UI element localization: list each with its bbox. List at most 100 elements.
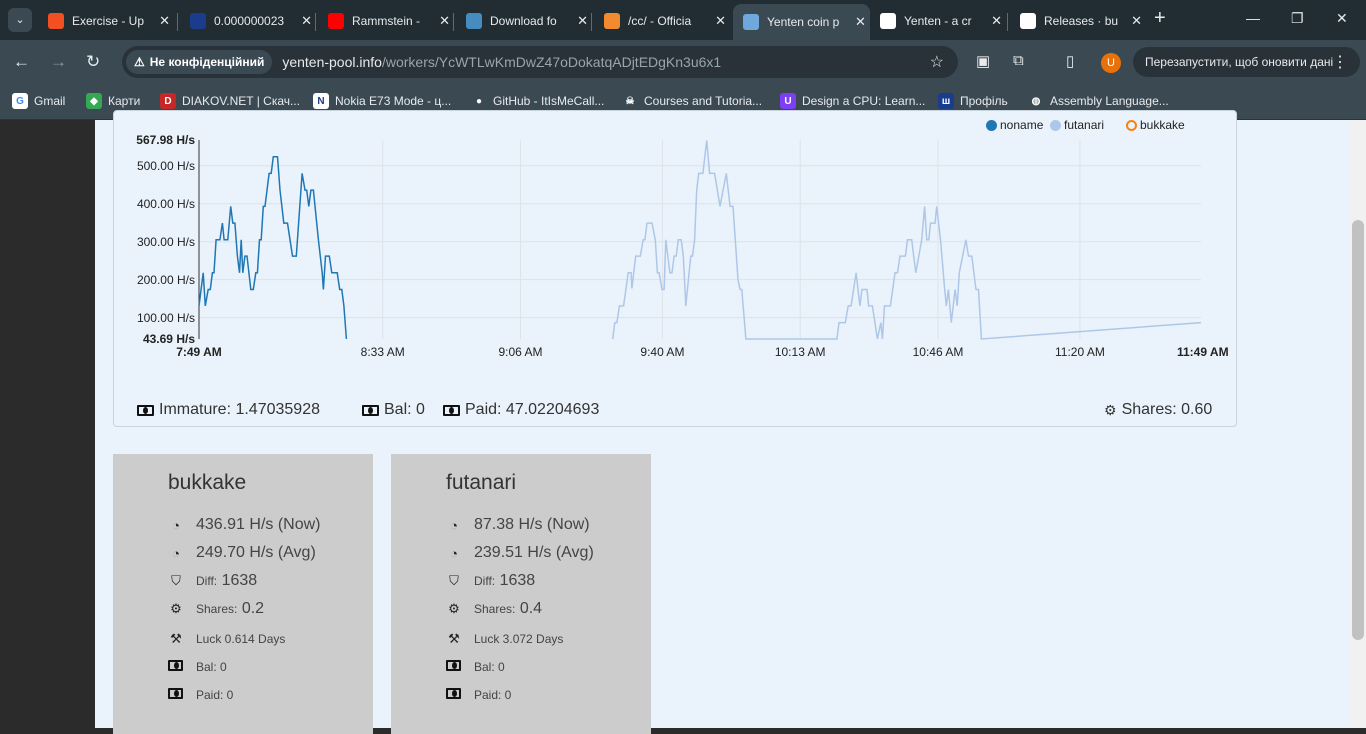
bookmark-item[interactable]: ● GitHub - ItIsMeCall... [471,93,604,109]
not-secure-chip[interactable]: ⚠ Не конфіденційний [126,50,273,74]
y-tick-label: 400.00 H/s [136,196,195,211]
shares: ⚙ Shares: 0.4 [446,600,542,618]
balance-value: Bal: 0 [474,659,505,674]
y-tick-label: 567.98 H/s [136,133,195,147]
tab-separator [177,13,178,31]
legend-item[interactable]: futanari [1050,118,1104,132]
shares: ⚙ Shares: 0.2 [168,600,264,618]
bookmark-item[interactable]: ш Профіль [938,93,1008,109]
legend-item[interactable]: bukkake [1126,118,1185,132]
paid-stat: Paid: 47.02204693 [443,401,599,419]
tab-separator [453,13,454,31]
gear-icon: ⚙ [170,601,182,616]
minimize-button[interactable]: — [1246,10,1260,26]
restart-update-button[interactable]: Перезапустити, щоб оновити дані ⋮ [1133,47,1360,77]
x-tick-label: 9:06 AM [498,345,543,359]
yenten-icon [743,14,759,30]
back-button[interactable]: ← [13,52,30,72]
x-tick-label: 10:46 AM [912,345,964,359]
avatar[interactable]: U [1101,53,1121,73]
dashboard-icon: ◔ [172,517,180,533]
extensions-puzzle-icon[interactable]: ⧉ [1013,52,1024,69]
github-icon [1020,13,1036,29]
bookmark-item[interactable]: ◆ Карти [86,93,140,109]
shares-value: 0.2 [241,600,265,617]
balance-stat: Bal: 0 [362,401,425,419]
tab[interactable]: Download fo ✕ [456,8,588,34]
tab[interactable]: Yenten coin p ✕ [733,4,870,40]
legend-label: noname [1000,118,1044,132]
money-icon [443,404,460,416]
menu-kebab-icon[interactable]: ⋮ [1332,52,1348,72]
bookmark-item[interactable]: ◍ Assembly Language... [1028,93,1169,109]
close-tab-icon[interactable]: ✕ [855,14,866,30]
close-tab-icon[interactable]: ✕ [1131,13,1142,29]
money-icon [446,687,462,702]
x-tick-label: 10:13 AM [774,345,826,359]
tab[interactable]: Rammstein - ✕ [318,8,450,34]
close-tab-icon[interactable]: ✕ [991,13,1002,29]
tab[interactable]: /cc/ - Officia ✕ [594,8,726,34]
money-icon [362,404,379,416]
forward-button[interactable]: → [50,52,67,72]
reload-button[interactable]: ↻ [86,52,100,72]
tab-separator [315,13,316,31]
bookmark-item[interactable]: U Design a CPU: Learn... [780,93,925,109]
url-text[interactable]: yenten-pool.info/workers/YcWTLwKmDwZ47oD… [282,54,721,70]
difficulty: ⛉ Diff: 1638 [446,572,535,590]
close-window-button[interactable]: ✕ [1336,10,1348,27]
github-icon: ● [471,93,487,109]
scrollbar-thumb[interactable] [1352,220,1364,640]
tab[interactable]: Yenten - a cr ✕ [870,8,1002,34]
bookmark-item[interactable]: N Nokia E73 Mode - ц... [313,93,451,109]
nokia-icon: N [313,93,329,109]
paid-value: Paid: 0 [474,687,512,702]
close-tab-icon[interactable]: ✕ [301,13,312,29]
tab-title: Releases · bu [1044,14,1119,28]
tab-title: Rammstein - [352,14,421,28]
new-tab-button[interactable]: + [1154,7,1166,30]
bookmark-item[interactable]: D DIAKOV.NET | Скач... [160,93,300,109]
legend-item[interactable]: noname [986,118,1043,132]
hashrate-now-value: 436.91 H/s (Now) [196,516,321,533]
bookmark-item[interactable]: G Gmail [12,93,65,109]
url-path: /workers/YcWTLwKmDwZ47oDokatqADjtEDgKn3u… [381,54,722,70]
tab[interactable]: 0.000000023 ✕ [180,8,312,34]
close-tab-icon[interactable]: ✕ [439,13,450,29]
x-tick-label: 8:33 AM [360,345,405,359]
luck: ⚒ Luck 3.072 Days [446,631,563,647]
legend-marker-icon [1126,119,1137,131]
bookmark-star-icon[interactable]: ☆ [930,52,944,72]
legend-marker-icon [986,119,997,131]
shield-icon: ⛉ [449,573,459,588]
hashrate-avg: ◔ 249.70 H/s (Avg) [168,544,316,562]
address-bar[interactable]: ⚠ Не конфіденційний yenten-pool.info/work… [122,46,958,78]
tab-title: Download fo [490,14,557,28]
legend-marker-icon [1050,119,1061,131]
balance-value: Bal: 0 [196,659,227,674]
y-tick-label: 43.69 H/s [142,332,195,346]
bookmark-label: Gmail [34,94,66,108]
nine-icon [190,13,206,29]
y-tick-label: 100.00 H/s [136,310,195,325]
extension-icon[interactable]: ▣ [976,52,990,70]
bookmark-item[interactable]: ☠ Courses and Tutoria... [622,93,762,109]
shares-value: 0.4 [519,600,543,617]
immature-value: Immature: 1.47035928 [159,401,320,418]
close-tab-icon[interactable]: ✕ [715,13,726,29]
bookmark-label: Nokia E73 Mode - ц... [335,94,452,108]
money-icon [168,659,184,674]
tab[interactable]: Releases · bu ✕ [1010,8,1142,34]
close-tab-icon[interactable]: ✕ [159,13,170,29]
hashrate-avg: ◔ 239.51 H/s (Avg) [446,544,594,562]
side-panel-icon[interactable]: ▯ [1066,52,1074,70]
tab[interactable]: Exercise - Up ✕ [38,8,170,34]
tab-search-button[interactable]: ⌄ [8,8,32,32]
worker-paid: Paid: 0 [168,687,233,702]
maximize-button[interactable]: ❐ [1291,10,1304,27]
hashrate-now: ◔ 436.91 H/s (Now) [168,516,321,534]
shares-label: Shares: [474,602,516,616]
legend-label: bukkake [1140,118,1185,132]
close-tab-icon[interactable]: ✕ [577,13,588,29]
tab-strip: ⌄ Exercise - Up ✕ 0.000000023 ✕ Rammstein - ✕… [0,0,1366,40]
